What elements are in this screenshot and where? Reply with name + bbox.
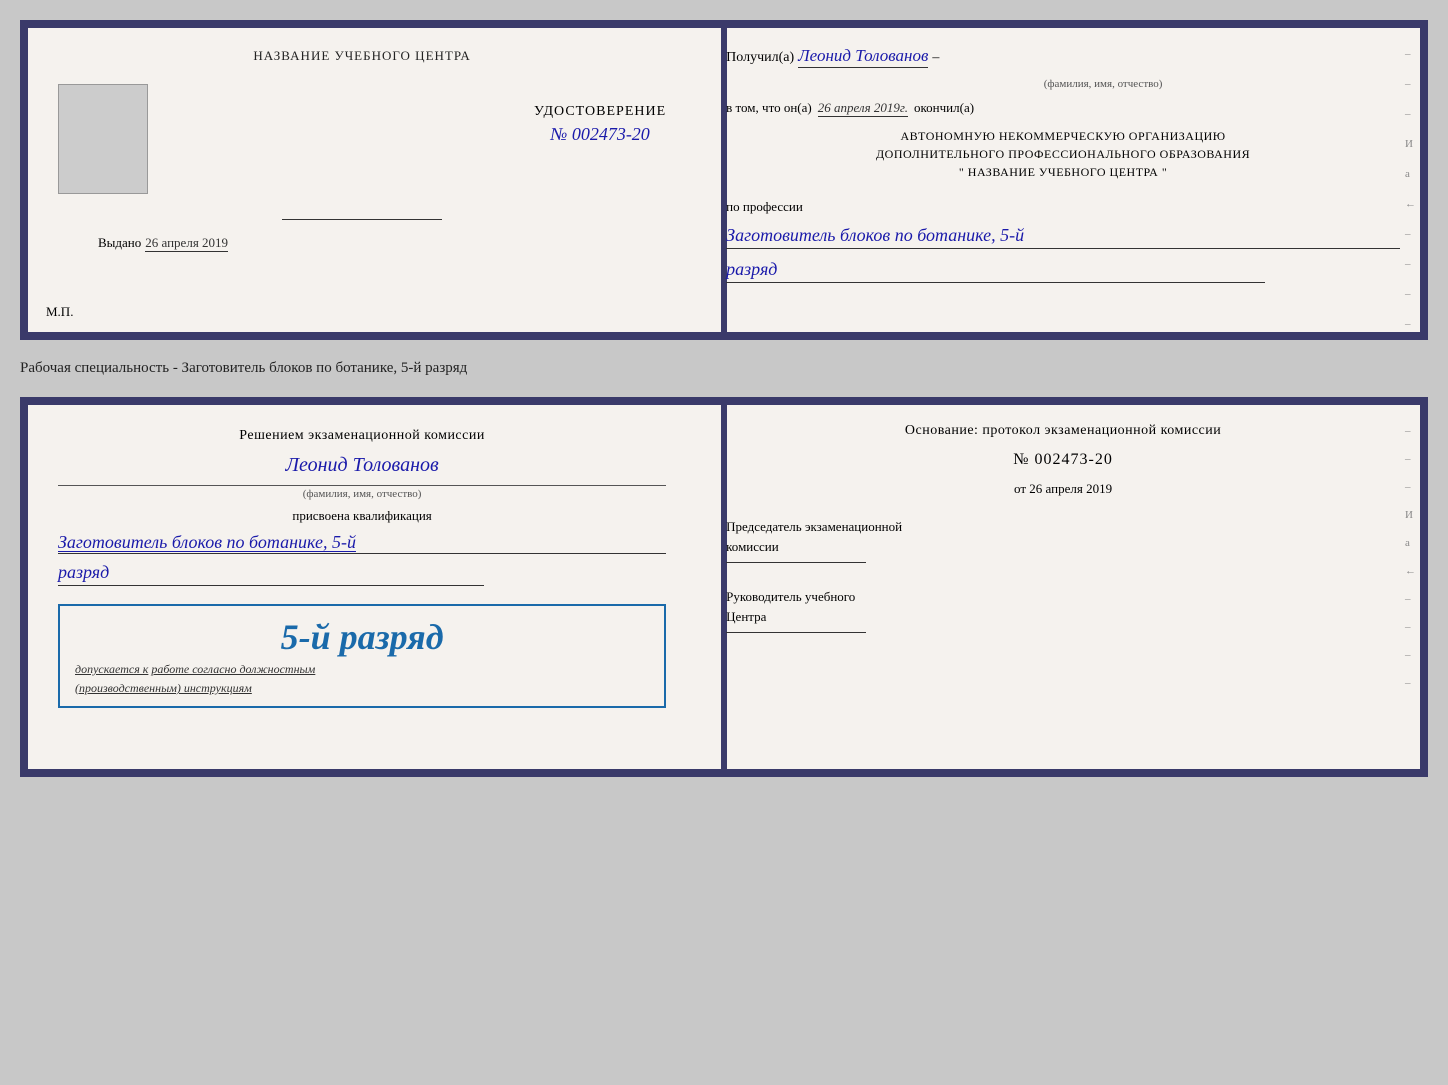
- date-value: 26 апреля 2019г.: [818, 100, 908, 117]
- stamp-allowed-prefix: допускается к: [75, 662, 148, 676]
- org-line2: ДОПОЛНИТЕЛЬНОГО ПРОФЕССИОНАЛЬНОГО ОБРАЗО…: [726, 145, 1400, 163]
- decision-line1: Решением экзаменационной комиссии: [239, 428, 485, 443]
- org-text: АВТОНОМНУЮ НЕКОММЕРЧЕСКУЮ ОРГАНИЗАЦИЮ ДО…: [726, 127, 1400, 181]
- org-line3: " НАЗВАНИЕ УЧЕБНОГО ЦЕНТРА ": [726, 163, 1400, 181]
- middle-text: Рабочая специальность - Заготовитель бло…: [20, 356, 1428, 381]
- date-row: в том, что он(а) 26 апреля 2019г. окончи…: [726, 100, 1400, 117]
- director-label2: Центра: [726, 607, 1400, 627]
- director-signature-line: [726, 632, 866, 633]
- profession-label: по профессии: [726, 199, 1400, 215]
- bottom-doc-left-panel: Решением экзаменационной комиссии Леонид…: [28, 405, 696, 769]
- from-prefix: от: [1014, 481, 1026, 496]
- protocol-number: № 002473-20: [726, 451, 1400, 469]
- received-label: Получил(а): [726, 50, 794, 66]
- bottom-document: Решением экзаменационной комиссии Леонид…: [20, 397, 1428, 777]
- razryad-value-top: разряд: [726, 259, 1265, 283]
- received-name: Леонид Толованов: [798, 46, 928, 68]
- date-suffix: окончил(а): [914, 100, 974, 116]
- signature-line-left: [282, 219, 442, 220]
- stamp-suffix-text: (производственным) инструкциям: [75, 681, 252, 695]
- stamp-allowed-suffix: (производственным) инструкциям: [75, 681, 649, 696]
- issued-label: Выдано: [98, 235, 141, 251]
- commission-chair: Председатель экзаменационной комиссии: [726, 517, 1400, 563]
- from-date-val: 26 апреля 2019: [1029, 481, 1112, 496]
- razryad-bottom: разряд: [58, 562, 484, 586]
- top-doc-right-panel: Получил(а) Леонид Толованов – (фамилия, …: [696, 28, 1420, 332]
- top-doc-left-panel: НАЗВАНИЕ УЧЕБНОГО ЦЕНТРА УДОСТОВЕРЕНИЕ №…: [28, 28, 696, 332]
- qualification-value: Заготовитель блоков по ботанике, 5-й: [58, 532, 666, 554]
- certificate-container: НАЗВАНИЕ УЧЕБНОГО ЦЕНТРА УДОСТОВЕРЕНИЕ №…: [20, 20, 1428, 777]
- stamp-allowed: допускается к работе согласно должностны…: [75, 662, 649, 677]
- right-dashes-bottom: – – – И а ← – – – –: [1405, 425, 1416, 689]
- stamp-grade: 5-й разряд: [75, 616, 649, 658]
- issued-date-row: Выдано 26 апреля 2019: [98, 235, 228, 252]
- bottom-doc-right-panel: Основание: протокол экзаменационной коми…: [696, 405, 1420, 769]
- photo-placeholder: [58, 84, 148, 194]
- cert-title: УДОСТОВЕРЕНИЕ: [534, 104, 666, 120]
- org-line1: АВТОНОМНУЮ НЕКОММЕРЧЕСКУЮ ОРГАНИЗАЦИЮ: [726, 127, 1400, 145]
- chair-label: Председатель экзаменационной: [726, 517, 1400, 537]
- top-header-title: НАЗВАНИЕ УЧЕБНОГО ЦЕНТРА: [253, 48, 470, 64]
- issued-date-value: 26 апреля 2019: [145, 235, 228, 252]
- bottom-fio-hint: (фамилия, имя, отчество): [58, 485, 666, 500]
- chair-label2: комиссии: [726, 537, 1400, 557]
- decision-name: Леонид Толованов: [58, 454, 666, 477]
- cert-number: № 002473-20: [550, 124, 649, 145]
- date-prefix: в том, что он(а): [726, 100, 812, 116]
- top-document: НАЗВАНИЕ УЧЕБНОГО ЦЕНТРА УДОСТОВЕРЕНИЕ №…: [20, 20, 1428, 340]
- director-label1: Руководитель учебного: [726, 587, 1400, 607]
- chair-signature-line: [726, 562, 866, 563]
- qualification-label: присвоена квалификация: [58, 508, 666, 524]
- stamp-allowed-link: работе согласно должностным: [151, 662, 315, 676]
- decision-title: Решением экзаменационной комиссии: [58, 425, 666, 446]
- profession-value: Заготовитель блоков по ботанике, 5-й: [726, 225, 1400, 249]
- basis-title: Основание: протокол экзаменационной коми…: [726, 423, 1400, 439]
- from-date: от 26 апреля 2019: [726, 481, 1400, 497]
- right-dashes-top: – – – И а ← – – – –: [1405, 48, 1416, 330]
- top-fio-hint: (фамилия, имя, отчество): [806, 78, 1400, 90]
- received-row: Получил(а) Леонид Толованов –: [726, 46, 1400, 68]
- director-label: Руководитель учебного Центра: [726, 587, 1400, 633]
- stamp-box: 5-й разряд допускается к работе согласно…: [58, 604, 666, 708]
- mp-label: М.П.: [46, 304, 73, 320]
